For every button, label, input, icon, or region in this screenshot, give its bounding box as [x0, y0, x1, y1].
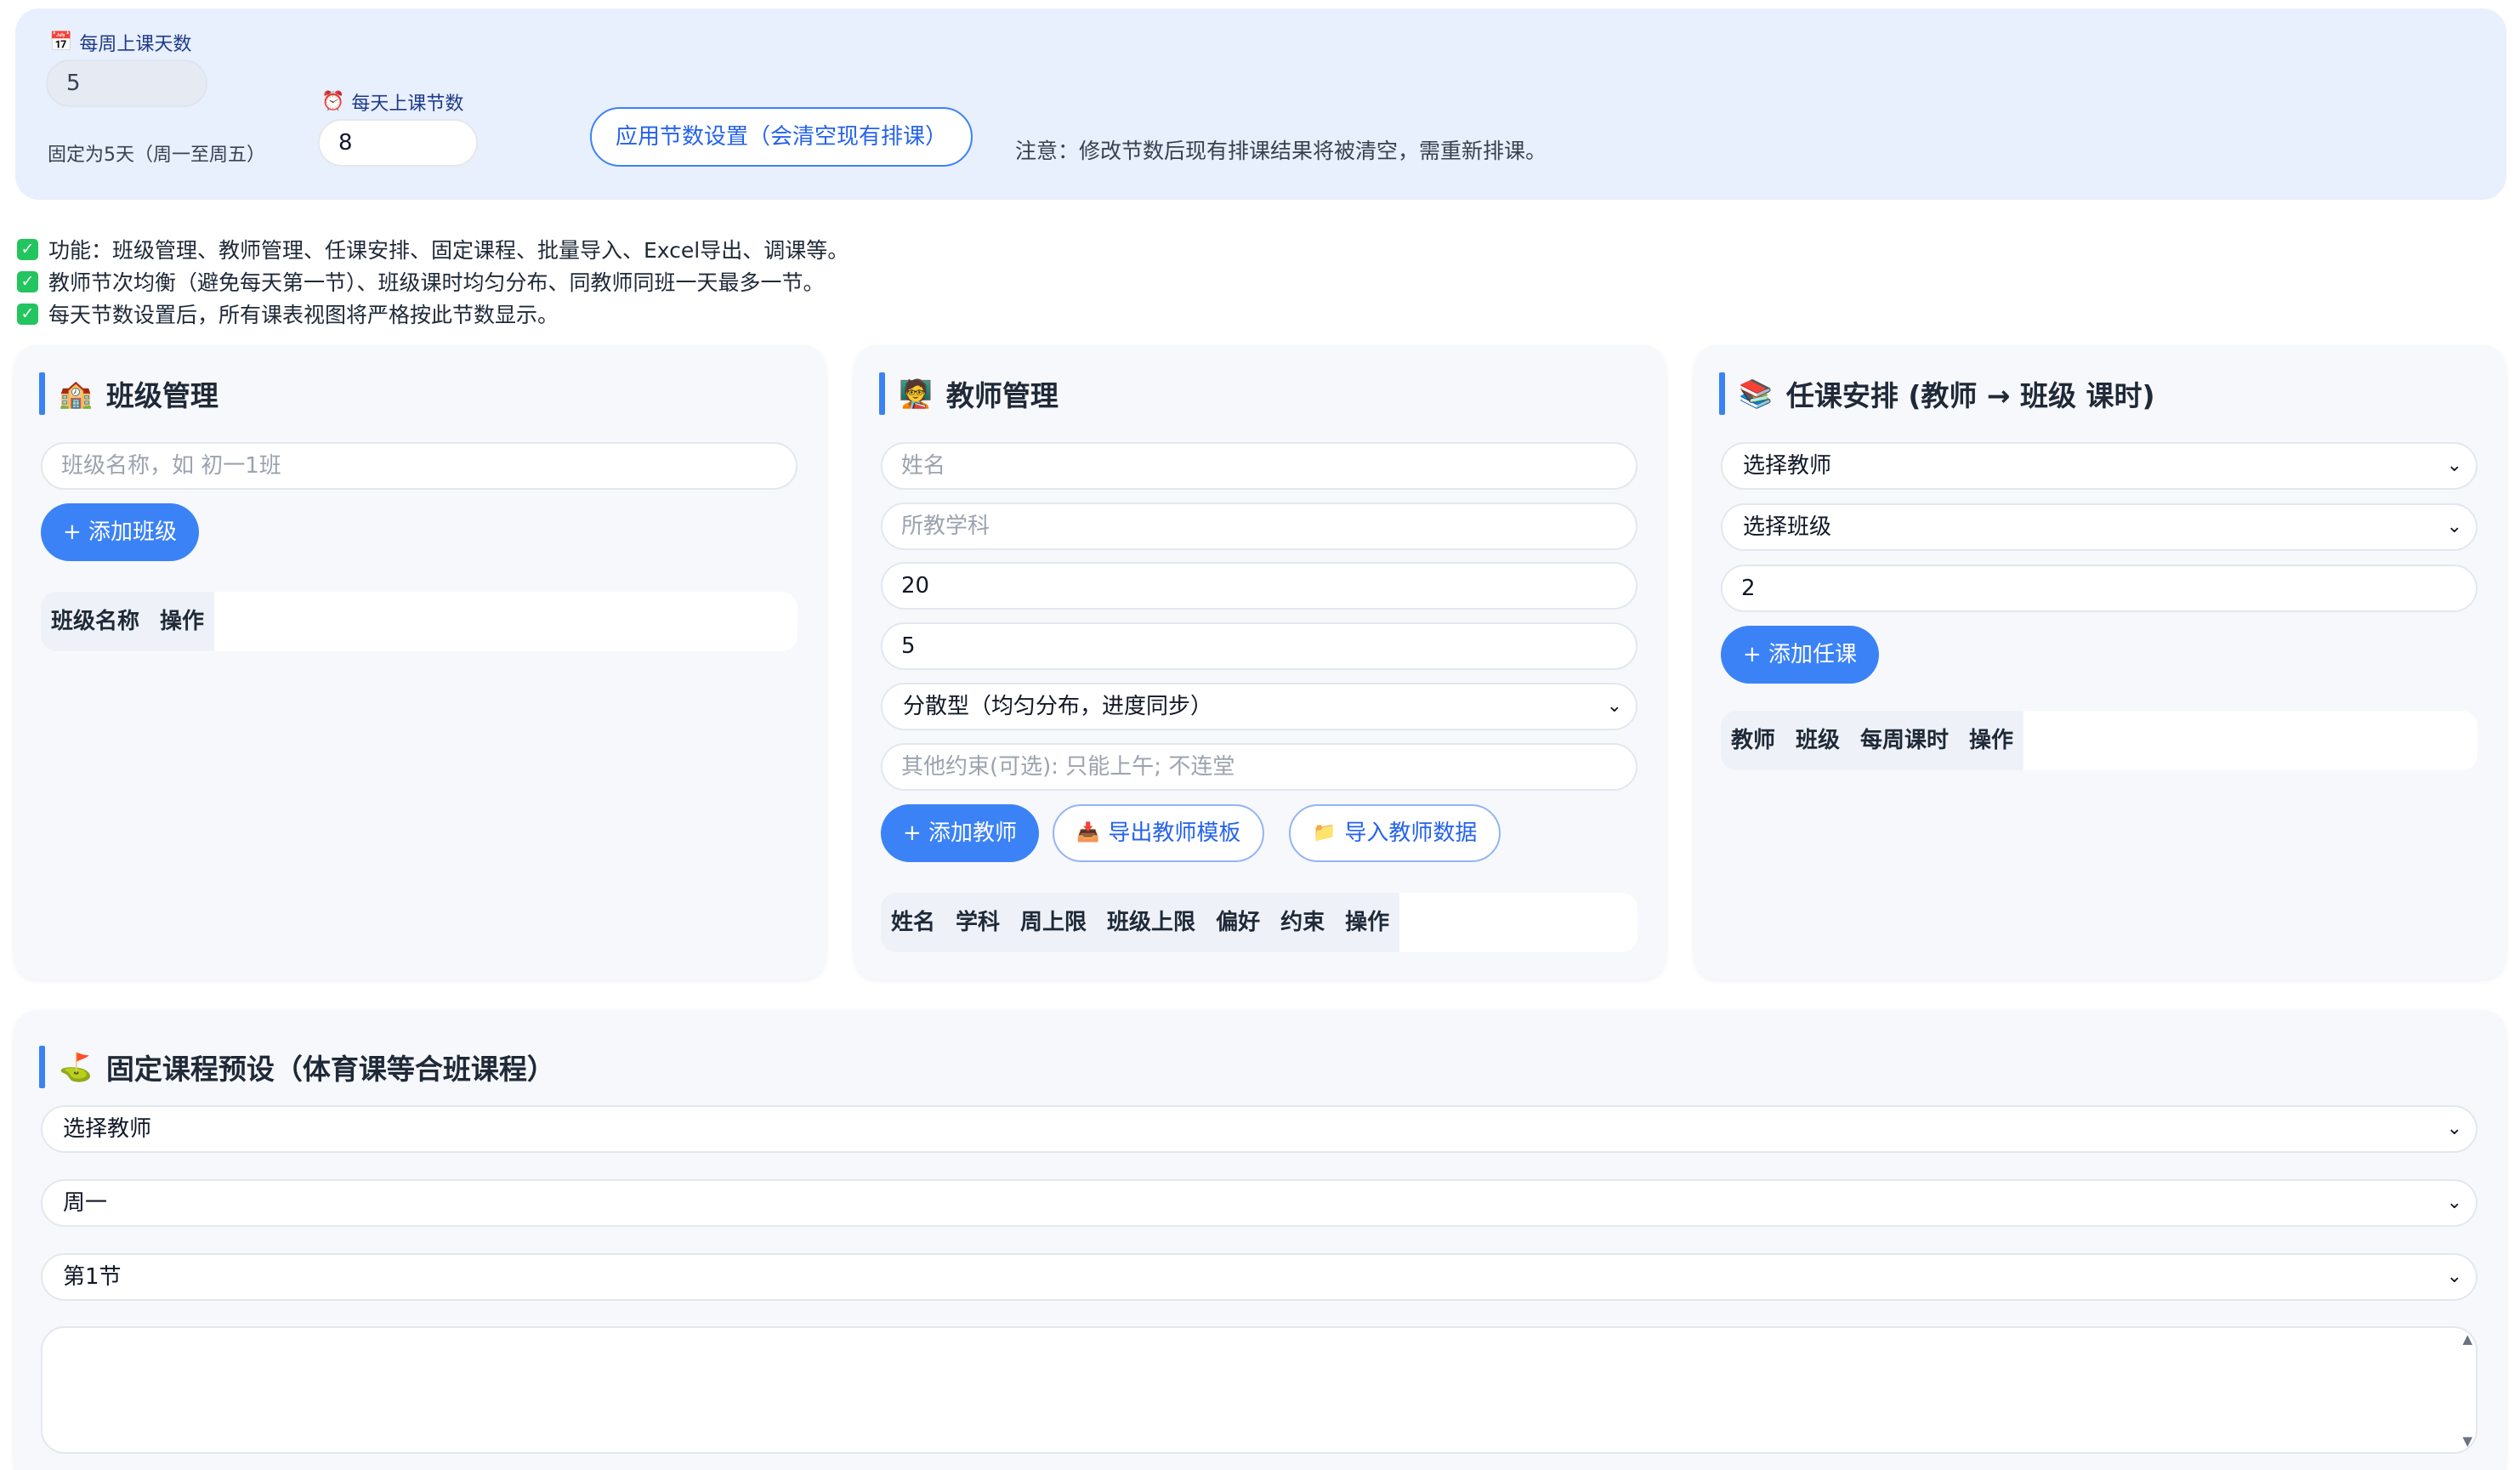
fixed-classes-textarea[interactable]: [41, 1326, 2477, 1454]
note-item: ✓ 每天节数设置后，所有课表视图将严格按此节数显示。: [17, 298, 849, 330]
add-class-button[interactable]: + 添加班级: [41, 503, 200, 561]
chevron-down-icon: ⌄: [2446, 1266, 2462, 1287]
assign-card: 📚 任课安排 (教师 → 班级 课时) 选择教师 ⌄ 选择班级 ⌄ 2 + 添加…: [1694, 345, 2506, 979]
warning-text: 注意：修改节数后现有排课结果将被清空，需重新排课。: [1015, 139, 1547, 163]
col-class-limit: 班级上限: [1097, 893, 1206, 952]
col-class: 班级: [1785, 711, 1851, 770]
fixed-day-select[interactable]: 周一 ⌄: [41, 1179, 2477, 1227]
check-icon: ✓: [17, 238, 38, 260]
teacher-card-title-text: 教师管理: [945, 379, 1059, 412]
note-text: 教师节次均衡（避免每天第一节）、班级课时均匀分布、同教师同班一天最多一节。: [48, 270, 825, 295]
constraint-input[interactable]: 其他约束(可选): 只能上午; 不连堂: [881, 743, 1637, 791]
teacher-table-header: 姓名 学科 周上限 班级上限 偏好 约束 操作: [881, 893, 1637, 952]
title-accent-bar: [39, 372, 45, 415]
note-item: ✓ 功能：班级管理、教师管理、任课安排、固定课程、批量导入、Excel导出、调课…: [17, 233, 849, 265]
preference-select[interactable]: 分散型（均匀分布，进度同步） ⌄: [881, 683, 1637, 730]
fixed-period-select[interactable]: 第1节 ⌄: [41, 1253, 2477, 1301]
col-teacher: 教师: [1721, 711, 1786, 770]
school-icon: 🏫: [59, 377, 93, 410]
add-assignment-button[interactable]: + 添加任课: [1721, 626, 1880, 684]
assign-class-select[interactable]: 选择班级 ⌄: [1721, 503, 2477, 551]
col-actions: 操作: [1335, 893, 1400, 952]
days-input[interactable]: 5: [46, 60, 207, 107]
col-weekly-limit: 周上限: [1010, 893, 1098, 952]
teacher-card: 🧑‍🏫 教师管理 姓名 所教学科 20 5 分散型（均匀分布，进度同步） ⌄ 其…: [854, 345, 1666, 979]
inbox-tray-icon: 📥: [1076, 822, 1100, 843]
alarm-clock-icon: ⏰: [321, 91, 345, 112]
teacher-icon: 🧑‍🏫: [899, 377, 933, 410]
chevron-down-icon: ⌄: [2446, 1118, 2462, 1139]
col-weekly-hours: 每周课时: [1850, 711, 1960, 770]
weekly-limit-input[interactable]: 20: [881, 562, 1637, 610]
export-button-label: 导出教师模板: [1108, 820, 1241, 846]
col-actions: 操作: [1959, 711, 2024, 770]
title-accent-bar: [1719, 372, 1725, 415]
col-class-name: 班级名称: [41, 592, 150, 651]
days-note: 固定为5天（周一至周五）: [48, 145, 265, 166]
export-teacher-template-button[interactable]: 📥 导出教师模板: [1053, 804, 1265, 862]
note-item: ✓ 教师节次均衡（避免每天第一节）、班级课时均匀分布、同教师同班一天最多一节。: [17, 265, 849, 298]
chevron-down-icon: ⌄: [2446, 516, 2462, 537]
periods-label-text: 每天上课节数: [351, 94, 464, 115]
assign-teacher-select[interactable]: 选择教师 ⌄: [1721, 442, 2477, 490]
folder-icon: 📁: [1313, 822, 1337, 843]
class-name-input[interactable]: 班级名称，如 初一1班: [41, 442, 797, 490]
periods-input[interactable]: 8: [318, 119, 478, 167]
class-card-title: 🏫 班级管理: [39, 372, 219, 415]
chevron-down-icon: ⌄: [2446, 1192, 2462, 1213]
col-actions: 操作: [150, 592, 215, 651]
note-text: 每天节数设置后，所有课表视图将严格按此节数显示。: [48, 303, 559, 327]
weekly-hours-input[interactable]: 2: [1721, 565, 2477, 612]
check-icon: ✓: [17, 303, 38, 325]
periods-label: ⏰ 每天上课节数: [321, 88, 463, 116]
fixed-course-card: ⛳ 固定课程预设（体育课等合班课程） 选择教师 ⌄ 周一 ⌄ 第1节 ⌄ ▲ ▼: [14, 1010, 2506, 1470]
col-subject: 学科: [945, 893, 1011, 952]
note-text: 功能：班级管理、教师管理、任课安排、固定课程、批量导入、Excel导出、调课等。: [48, 238, 849, 263]
teacher-card-title: 🧑‍🏫 教师管理: [879, 372, 1059, 415]
preference-select-value: 分散型（均匀分布，进度同步）: [903, 694, 1213, 719]
fixed-teacher-select[interactable]: 选择教师 ⌄: [41, 1105, 2477, 1153]
col-name: 姓名: [881, 893, 946, 952]
import-button-label: 导入教师数据: [1344, 820, 1478, 846]
chevron-down-icon: ⌄: [1606, 695, 1622, 717]
books-icon: 📚: [1739, 377, 1773, 410]
fixed-period-select-value: 第1节: [63, 1264, 122, 1290]
title-accent-bar: [879, 372, 885, 415]
assign-table-header: 教师 班级 每周课时 操作: [1721, 711, 2477, 770]
scroll-down-icon[interactable]: ▼: [2462, 1433, 2472, 1449]
golf-flag-icon: ⛳: [59, 1051, 93, 1083]
scroll-up-icon[interactable]: ▲: [2462, 1331, 2472, 1347]
days-label-text: 每周上课天数: [79, 34, 192, 55]
add-teacher-button[interactable]: + 添加教师: [881, 804, 1040, 862]
col-constraint: 约束: [1270, 893, 1336, 952]
fixed-teacher-select-value: 选择教师: [63, 1116, 152, 1142]
fixed-card-title-text: 固定课程预设（体育课等合班课程）: [105, 1053, 555, 1086]
class-card: 🏫 班级管理 班级名称，如 初一1班 + 添加班级 班级名称 操作: [14, 345, 826, 979]
assign-class-select-value: 选择班级: [1743, 514, 1832, 540]
assign-card-title-text: 任课安排 (教师 → 班级 课时): [1785, 379, 2155, 412]
teacher-subject-input[interactable]: 所教学科: [881, 502, 1637, 550]
calendar-icon: 📅: [49, 31, 73, 53]
fixed-card-title: ⛳ 固定课程预设（体育课等合班课程）: [39, 1046, 555, 1088]
apply-periods-button[interactable]: 应用节数设置（会清空现有排课）: [590, 107, 973, 167]
days-label: 📅 每周上课天数: [49, 29, 191, 56]
title-accent-bar: [39, 1046, 45, 1088]
import-teacher-data-button[interactable]: 📁 导入教师数据: [1289, 804, 1501, 862]
assign-card-title: 📚 任课安排 (教师 → 班级 课时): [1719, 372, 2155, 415]
fixed-day-select-value: 周一: [63, 1190, 108, 1216]
class-limit-input[interactable]: 5: [881, 622, 1637, 670]
check-icon: ✓: [17, 270, 38, 292]
class-card-title-text: 班级管理: [105, 379, 219, 412]
feature-notes: ✓ 功能：班级管理、教师管理、任课安排、固定课程、批量导入、Excel导出、调课…: [17, 233, 849, 330]
chevron-down-icon: ⌄: [2446, 455, 2462, 476]
assign-teacher-select-value: 选择教师: [1743, 453, 1832, 479]
class-table-header: 班级名称 操作: [41, 592, 797, 651]
teacher-name-input[interactable]: 姓名: [881, 442, 1637, 490]
col-preference: 偏好: [1206, 893, 1271, 952]
